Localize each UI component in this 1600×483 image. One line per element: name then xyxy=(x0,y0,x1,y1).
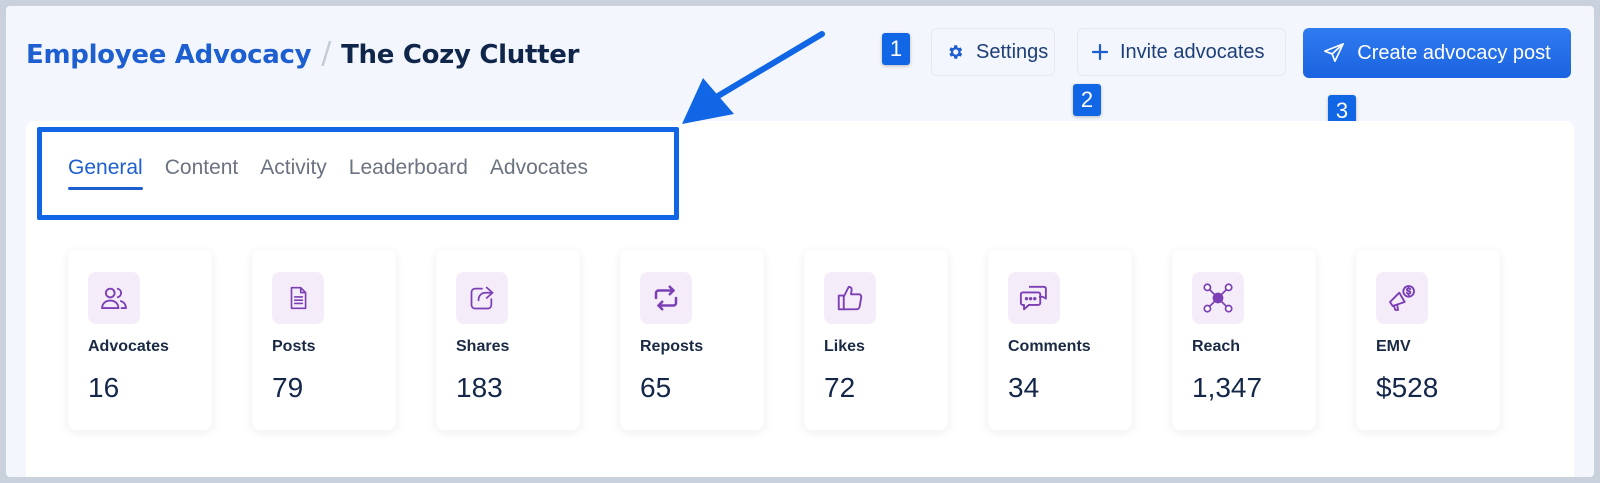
invite-advocates-label: Invite advocates xyxy=(1120,40,1265,63)
comments-icon xyxy=(1008,272,1060,324)
app-page: Employee Advocacy / The Cozy Clutter 1 S… xyxy=(6,6,1594,477)
stat-card-advocates: Advocates 16 xyxy=(68,250,212,430)
stat-label: Reposts xyxy=(640,338,704,355)
stat-value: 79 xyxy=(272,372,304,403)
stat-value: 65 xyxy=(640,372,672,403)
breadcrumb: Employee Advocacy / The Cozy Clutter xyxy=(26,36,579,71)
stat-value: 34 xyxy=(1008,372,1040,403)
invite-advocates-button[interactable]: Invite advocates xyxy=(1077,28,1286,76)
settings-label: Settings xyxy=(976,40,1049,63)
create-advocacy-post-button[interactable]: Create advocacy post xyxy=(1303,28,1571,78)
stat-card-reach: Reach 1,347 xyxy=(1172,250,1316,430)
stat-card-comments: Comments 34 xyxy=(988,250,1132,430)
network-icon xyxy=(1192,272,1244,324)
settings-button[interactable]: Settings xyxy=(931,28,1055,76)
stat-value: 16 xyxy=(88,372,120,403)
stat-card-reposts: Reposts 65 xyxy=(620,250,764,430)
stat-card-likes: Likes 72 xyxy=(804,250,948,430)
stat-label: Comments xyxy=(1008,338,1091,355)
stat-card-posts: Posts 79 xyxy=(252,250,396,430)
annotation-marker-2: 2 xyxy=(1073,84,1101,116)
plus-icon xyxy=(1092,44,1108,60)
stat-label: Likes xyxy=(824,338,865,355)
create-advocacy-post-label: Create advocacy post xyxy=(1357,41,1551,64)
stat-card-emv: EMV $528 xyxy=(1356,250,1500,430)
stat-card-shares: Shares 183 xyxy=(436,250,580,430)
breadcrumb-separator: / xyxy=(321,36,332,71)
users-icon xyxy=(88,272,140,324)
megaphone-dollar-icon xyxy=(1376,272,1428,324)
stat-label: Posts xyxy=(272,338,316,355)
stat-label: Advocates xyxy=(88,338,169,355)
page-title: The Cozy Clutter xyxy=(341,40,580,70)
stat-label: Reach xyxy=(1192,338,1241,355)
stat-value: 72 xyxy=(824,372,856,403)
stat-label: Shares xyxy=(456,338,510,355)
repost-icon xyxy=(640,272,692,324)
thumbs-up-icon xyxy=(824,272,876,324)
stat-value: $528 xyxy=(1376,372,1439,403)
stat-value: 1,347 xyxy=(1192,372,1263,403)
tab-highlight-annotation xyxy=(37,127,679,220)
stat-label: EMV xyxy=(1376,338,1411,355)
breadcrumb-root-link[interactable]: Employee Advocacy xyxy=(26,40,312,70)
paper-plane-icon xyxy=(1323,42,1345,64)
gear-icon xyxy=(946,43,964,61)
share-icon xyxy=(456,272,508,324)
annotation-marker-1: 1 xyxy=(882,33,910,65)
stat-value: 183 xyxy=(456,372,503,403)
document-icon xyxy=(272,272,324,324)
